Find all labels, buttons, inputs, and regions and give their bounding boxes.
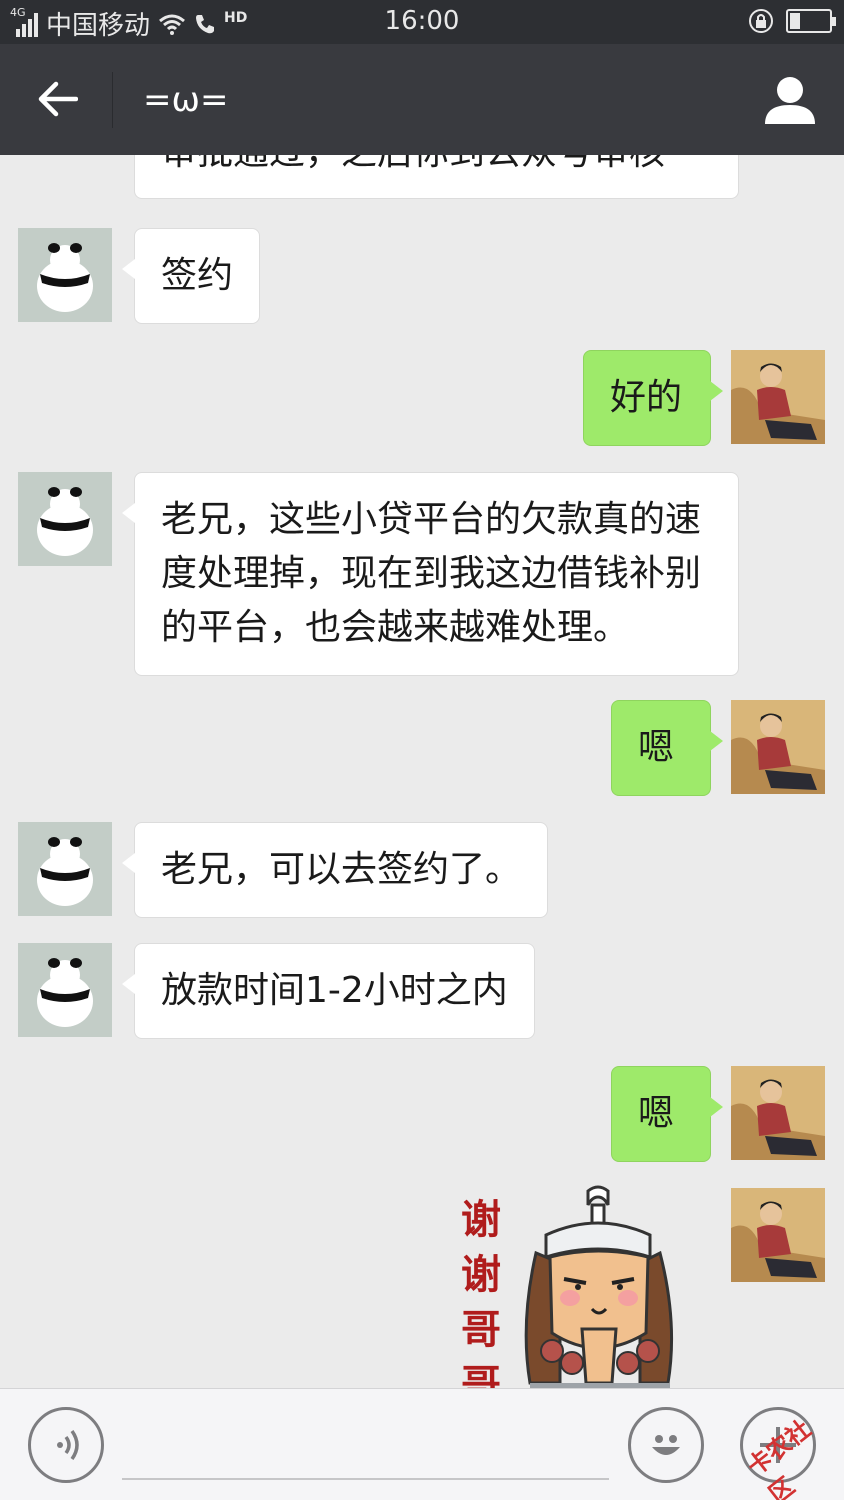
message-text-line: 老兄，这些小贷平台的欠款真的速 bbox=[161, 499, 702, 540]
panda-avatar-image bbox=[37, 243, 93, 312]
message-text: 嗯 bbox=[638, 1093, 675, 1134]
status-time: 16:00 bbox=[384, 6, 460, 36]
panda-avatar-image bbox=[37, 958, 93, 1027]
message-bubble-incoming[interactable]: 放款时间1-2小时之内 bbox=[122, 943, 535, 1039]
voice-button[interactable] bbox=[28, 1407, 104, 1483]
message-text: 好的 bbox=[610, 377, 683, 418]
contact-avatar[interactable] bbox=[18, 228, 112, 322]
message-text: 签约 bbox=[161, 255, 234, 296]
user-avatar[interactable] bbox=[731, 1066, 825, 1160]
back-button[interactable] bbox=[22, 74, 92, 124]
status-bar: 4G 中国移动 HD 16:00 bbox=[0, 0, 844, 44]
user-avatar[interactable] bbox=[731, 1188, 825, 1282]
message-bubble-incoming[interactable]: 签约 bbox=[121, 228, 261, 324]
message-text: 嗯 bbox=[638, 727, 675, 768]
user-photo-image bbox=[731, 1066, 825, 1160]
message-list[interactable]: 审批通过，之后你到公众号审核 签约 好的 bbox=[0, 155, 844, 1388]
message-bubble-incoming[interactable]: 审批通过，之后你到公众号审核 bbox=[134, 155, 739, 199]
input-bar bbox=[0, 1388, 844, 1500]
sticker-caption: 谢 谢 哥 哥 bbox=[461, 1197, 501, 1388]
message-bubble-outgoing[interactable]: 好的 bbox=[583, 350, 723, 446]
contact-avatar[interactable] bbox=[18, 472, 112, 566]
message-input[interactable] bbox=[122, 1478, 609, 1480]
contact-avatar[interactable] bbox=[18, 822, 112, 916]
person-icon bbox=[765, 77, 815, 124]
message-bubble-incoming[interactable]: 老兄，可以去签约了。 bbox=[121, 822, 549, 918]
rotation-lock-icon bbox=[749, 9, 773, 33]
arrow-left-icon bbox=[38, 81, 78, 117]
message-bubble-outgoing[interactable]: 嗯 bbox=[611, 700, 723, 796]
user-photo-image bbox=[731, 1188, 825, 1282]
sticker-image bbox=[524, 1185, 674, 1388]
panda-avatar-image bbox=[37, 837, 93, 906]
message-text: 审批通过，之后你到公众号审核 bbox=[161, 155, 665, 173]
header-divider bbox=[112, 72, 113, 128]
sticker-message[interactable]: 谢 谢 哥 哥 bbox=[440, 1183, 710, 1388]
user-photo-image bbox=[731, 350, 825, 444]
message-bubble-incoming[interactable]: 老兄，这些小贷平台的欠款真的速 度处理掉，现在到我这边借钱补别 的平台，也会越来… bbox=[122, 472, 739, 676]
message-text-line: 的平台，也会越来越难处理。 bbox=[161, 607, 630, 648]
message-bubble-outgoing[interactable]: 嗯 bbox=[611, 1066, 723, 1162]
user-photo-image bbox=[731, 700, 825, 794]
panda-avatar-image bbox=[37, 487, 93, 556]
battery-icon bbox=[786, 9, 836, 33]
user-avatar[interactable] bbox=[731, 700, 825, 794]
contact-avatar[interactable] bbox=[18, 943, 112, 1037]
message-text: 老兄，可以去签约了。 bbox=[161, 849, 522, 890]
chat-title: =ω= bbox=[143, 80, 229, 120]
message-text: 放款时间1-2小时之内 bbox=[161, 970, 508, 1011]
user-avatar[interactable] bbox=[731, 350, 825, 444]
chat-header: =ω= bbox=[0, 44, 844, 155]
emoji-button[interactable] bbox=[628, 1407, 704, 1483]
voice-icon bbox=[57, 1429, 79, 1461]
smiley-icon bbox=[652, 1435, 680, 1455]
message-text-line: 度处理掉，现在到我这边借钱补别 bbox=[161, 553, 702, 594]
chat-info-button[interactable] bbox=[762, 72, 818, 128]
